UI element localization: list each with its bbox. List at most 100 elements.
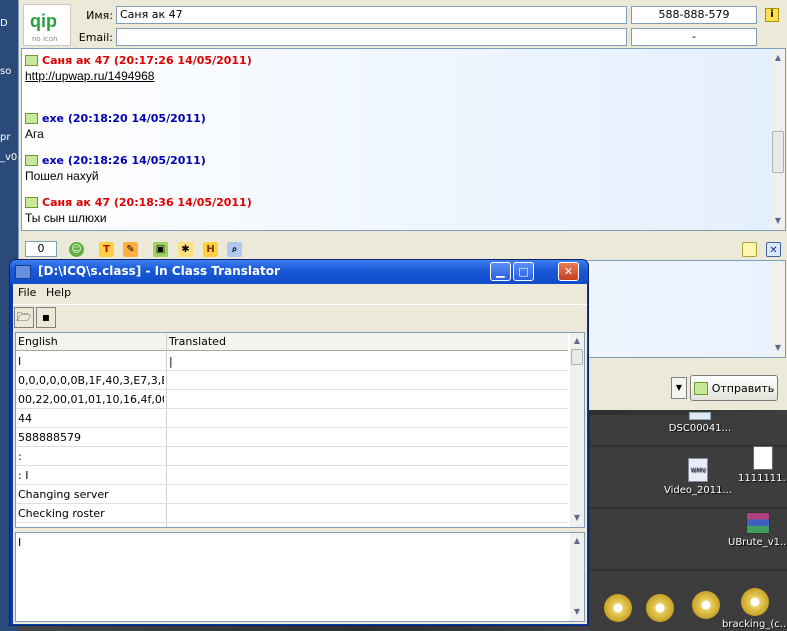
qip-logo-subtext: no icon (32, 35, 58, 43)
cell-english: : (18, 450, 22, 463)
translation-editor[interactable]: I ▲ ▼ (15, 532, 585, 622)
desktop-icon-dsc[interactable]: DSC00041... (664, 412, 736, 434)
desktop-icon-cd-4[interactable]: bracking_(c... (722, 588, 787, 630)
grid-scrollbar[interactable]: ▲ ▼ (570, 333, 584, 527)
char-counter: 0 (25, 241, 57, 257)
cell-english: 00,22,00,01,01,10,16,4f,00,01, (18, 393, 164, 406)
image-file-icon (689, 412, 711, 420)
cell-translated[interactable]: | (169, 355, 567, 368)
grid-row[interactable]: 588888579 (16, 428, 568, 447)
desktop-icon-archive[interactable]: UBrute_v1... (728, 512, 787, 548)
scroll-thumb[interactable] (772, 131, 784, 173)
message-header: Саня ак 47 (20:17:26 14/05/2011) (25, 54, 252, 67)
window-close-button[interactable]: ✕ (558, 262, 579, 281)
maximize-button[interactable]: □ (513, 262, 534, 281)
grid-row[interactable]: : (16, 447, 568, 466)
font-icon[interactable]: T (99, 242, 114, 257)
scroll-up-icon[interactable]: ▲ (771, 51, 785, 65)
send-options-dropdown[interactable]: ▼ (671, 377, 687, 399)
name-field[interactable]: Саня ак 47 (116, 6, 627, 24)
chat-message: exe (20:18:20 14/05/2011) Ага (25, 112, 206, 141)
wmv-video-icon: WMV (688, 458, 708, 482)
phone-field[interactable]: 588-888-579 (631, 6, 757, 24)
editor-scrollbar[interactable]: ▲ ▼ (570, 533, 584, 621)
column-header-english[interactable]: English (18, 335, 58, 348)
cd-disc-icon (692, 591, 720, 619)
grid-row[interactable]: 00,22,00,01,01,10,16,4f,00,01, (16, 390, 568, 409)
translator-titlebar[interactable]: [D:\ICQ\s.class] - In Class Translator ▁… (10, 260, 588, 284)
translator-toolbar: 🗁 ▪ (13, 304, 587, 330)
desktop-left-label: pr (0, 132, 11, 143)
message-sender: exe (42, 112, 65, 125)
email-field[interactable] (116, 28, 627, 46)
scroll-down-icon[interactable]: ▼ (771, 214, 785, 228)
scroll-down-icon[interactable]: ▼ (570, 511, 584, 525)
desktop-icon-textfile[interactable]: 1111111... (738, 446, 787, 484)
save-icon[interactable]: ▪ (36, 307, 56, 328)
chat-message: Саня ак 47 (20:17:26 14/05/2011) http://… (25, 54, 252, 83)
grid-row[interactable]: 0,0,0,0,0,0B,1F,40,3,E7,3,E7,0 (16, 371, 568, 390)
desktop-left-label: so (0, 66, 12, 77)
grid-row[interactable]: Changing server (16, 485, 568, 504)
column-header-translated[interactable]: Translated (169, 335, 226, 348)
desktop-icon-video[interactable]: WMV Video_2011... (660, 458, 736, 496)
chat-message: Саня ак 47 (20:18:36 14/05/2011) Ты сын … (25, 196, 252, 225)
send-button-label: Отправить (711, 381, 775, 395)
scroll-up-icon[interactable]: ▲ (570, 334, 584, 348)
message-text: Ага (25, 127, 44, 141)
message-sender: Саня ак 47 (42, 196, 111, 209)
editor-text: I (18, 536, 22, 549)
desktop-left-label: _v0 (0, 152, 18, 163)
message-time: (20:18:26 14/05/2011) (67, 154, 206, 167)
message-status-icon (25, 113, 38, 124)
message-header: Саня ак 47 (20:18:36 14/05/2011) (25, 196, 252, 209)
scroll-down-icon[interactable]: ▼ (570, 605, 584, 619)
message-sender: Саня ак 47 (42, 54, 111, 67)
smiley-icon[interactable]: ☺ (69, 242, 84, 257)
color-icon[interactable]: ✎ (123, 242, 138, 257)
scroll-down-icon[interactable]: ▼ (771, 341, 785, 355)
email-extra-field[interactable]: - (631, 28, 757, 46)
cd-disc-icon (604, 594, 632, 622)
grid-header: English Translated (16, 333, 568, 351)
cd-disc-icon (646, 594, 674, 622)
translator-app-icon (15, 265, 31, 279)
desktop-icon-cd-2[interactable] (642, 594, 678, 625)
message-status-icon (25, 197, 38, 208)
cell-english: 44 (18, 412, 32, 425)
menu-file[interactable]: File (18, 286, 36, 299)
history-icon[interactable]: H (203, 242, 218, 257)
grid-row[interactable]: 44 (16, 409, 568, 428)
email-label: Email: (78, 31, 113, 44)
message-status-icon (25, 55, 38, 66)
message-sender: exe (42, 154, 65, 167)
input-scrollbar[interactable]: ▼ (771, 261, 785, 357)
scroll-up-icon[interactable]: ▲ (570, 534, 584, 548)
cell-english: I (18, 355, 22, 368)
menu-help[interactable]: Help (46, 286, 71, 299)
open-folder-icon[interactable]: 🗁 (14, 307, 34, 328)
minimize-button[interactable]: ▁ (490, 262, 511, 281)
strings-grid: English Translated I | 0,0,0,0,0,0B,1F,40,… (15, 332, 585, 528)
desktop-icon-label: 1111111... (738, 473, 787, 484)
grid-row[interactable]: I | (16, 352, 568, 371)
desktop-icon-cd-1[interactable] (600, 594, 636, 625)
grid-row[interactable]: Checking roster (16, 504, 568, 523)
chat-history: Саня ак 47 (20:17:26 14/05/2011) http://… (21, 48, 786, 231)
send-button[interactable]: Отправить (690, 375, 778, 401)
desktop-icon-label: bracking_(c... (722, 619, 787, 630)
cell-english: 0,0,0,0,0,0B,1F,40,3,E7,3,E7,0 (18, 374, 164, 387)
scroll-thumb[interactable] (571, 349, 583, 365)
contact-info-icon[interactable]: i (765, 8, 779, 22)
message-text: Пошел нахуй (25, 169, 99, 183)
note-icon[interactable] (742, 242, 757, 257)
save-history-icon[interactable]: ▣ (153, 242, 168, 257)
chat-scrollbar[interactable]: ▲ ▼ (771, 49, 785, 230)
search-icon[interactable]: ⌕ (227, 242, 242, 257)
message-link[interactable]: http://upwap.ru/1494968 (25, 69, 252, 83)
close-icon[interactable]: ✕ (766, 242, 781, 257)
desktop-icon-cd-3[interactable] (688, 591, 724, 622)
snowflake-icon[interactable]: ✱ (178, 242, 193, 257)
message-text: Ты сын шлюхи (25, 211, 107, 225)
grid-row[interactable]: : I (16, 466, 568, 485)
